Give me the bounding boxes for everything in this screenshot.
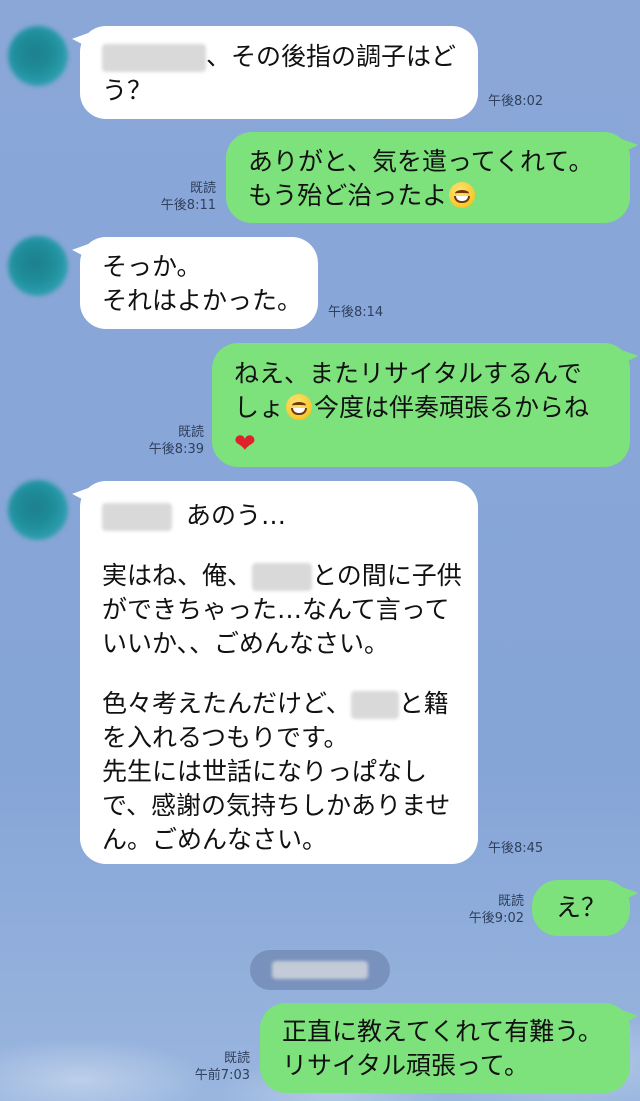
message-line: ありがと、気を遣ってくれて。: [248, 147, 594, 176]
read-receipt: 既読: [177, 425, 204, 440]
read-receipt: 既読: [189, 181, 216, 196]
message-line: そっか。: [102, 252, 202, 281]
sender-avatar[interactable]: [8, 236, 68, 296]
redacted-name: [350, 691, 399, 719]
read-receipt: 既読: [497, 894, 524, 909]
message-line: ができちゃった…なんて言って: [102, 595, 450, 624]
redacted-name: [102, 44, 206, 72]
red-heart-icon: ❤: [234, 429, 256, 459]
message-status: 既読 午前7:03: [174, 1050, 250, 1084]
message-line: を入れるつもりです。: [102, 723, 349, 752]
incoming-message-bubble[interactable]: あのう… 実はね、俺、 との間に子供 ができちゃった…なんて言って いいか、、ごめ…: [80, 481, 478, 864]
message-status: 既読 午後8:39: [128, 424, 204, 458]
message-time: 午前7:03: [194, 1068, 250, 1083]
message-line: で、感謝の気持ちしかありませ: [102, 791, 451, 820]
sender-avatar[interactable]: [8, 480, 68, 540]
message-line: 、その後指の調子はど: [102, 40, 456, 74]
incoming-message-bubble[interactable]: 、その後指の調子はど う？: [80, 26, 478, 119]
message-time: 午後8:14: [328, 305, 384, 320]
message-time: 午後8:39: [148, 442, 204, 457]
redacted-date: [272, 961, 368, 979]
message-time: 午後8:02: [488, 94, 544, 109]
message-line: しょ 今度は伴奏頑張るからね: [234, 393, 590, 422]
message-line: リサイタル頑張って。: [282, 1051, 530, 1080]
message-line: いいか、、ごめんなさい。: [102, 629, 390, 658]
message-line: え？: [555, 893, 606, 922]
message-status: 既読 午後9:02: [448, 893, 524, 927]
message-line: ❤: [234, 425, 608, 461]
outgoing-message-bubble[interactable]: え？: [532, 880, 630, 936]
message-line: う？: [102, 76, 153, 105]
message-line: 実はね、俺、 との間に子供: [102, 561, 462, 591]
message-status: 既読 午後8:11: [140, 180, 216, 214]
outgoing-message-bubble[interactable]: ねえ、またリサイタルするんで しょ 今度は伴奏頑張るからね ❤: [212, 343, 630, 467]
redacted-name: [252, 563, 313, 591]
grinning-face-icon: [449, 182, 476, 208]
chat-thread[interactable]: 、その後指の調子はど う？ 午後8:02 ありがと、気を遣ってくれて。 もう殆ど…: [0, 0, 640, 1101]
message-line: それはよかった。: [102, 286, 303, 315]
message-time: 午後8:11: [160, 198, 216, 213]
message-line: ねえ、またリサイタルするんで: [234, 359, 582, 388]
outgoing-message-bubble[interactable]: 正直に教えてくれて有難う。 リサイタル頑張って。: [260, 1003, 630, 1093]
message-line: 色々考えたんだけど、 と籍: [102, 689, 449, 719]
message-line: 先生には世話になりっぱなし: [102, 757, 428, 786]
message-time: 午後8:45: [488, 841, 544, 856]
sender-avatar[interactable]: [8, 26, 68, 86]
message-line: ん。ごめんなさい。: [102, 825, 328, 854]
grinning-face-icon: [286, 394, 313, 420]
message-line: あのう…: [102, 499, 456, 533]
message-time: 午後9:02: [468, 911, 524, 926]
incoming-message-bubble[interactable]: そっか。 それはよかった。: [80, 237, 318, 329]
date-separator: [250, 950, 390, 990]
message-line: もう殆ど治ったよ: [248, 179, 608, 213]
read-receipt: 既読: [223, 1051, 250, 1066]
redacted-name: [102, 503, 172, 531]
message-line: 正直に教えてくれて有難う。: [282, 1017, 603, 1046]
outgoing-message-bubble[interactable]: ありがと、気を遣ってくれて。 もう殆ど治ったよ: [226, 132, 630, 223]
